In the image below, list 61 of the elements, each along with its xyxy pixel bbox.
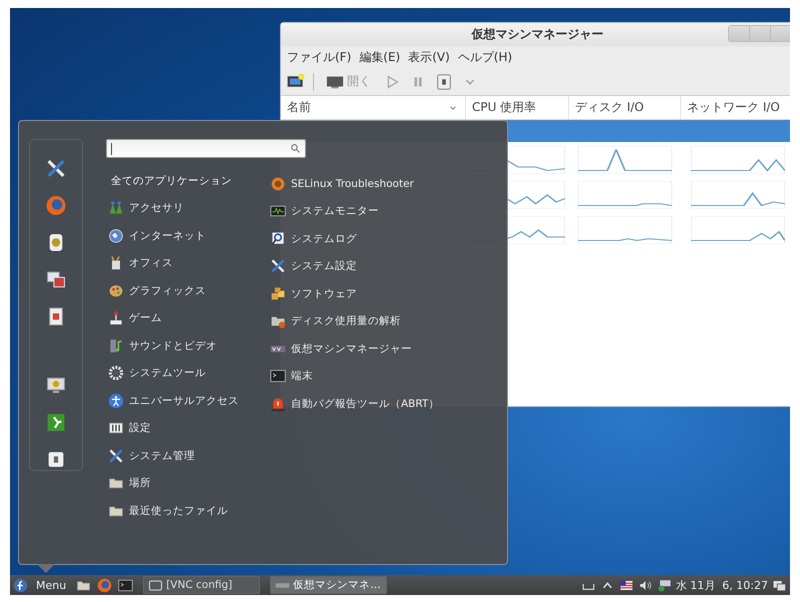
column-header[interactable]: 名前	[287, 99, 311, 116]
category-item[interactable]: 最近使ったファイル	[106, 497, 268, 524]
menu-item[interactable]: ファイル(F)	[283, 48, 356, 66]
magnifier-icon	[270, 230, 286, 247]
category-item[interactable]: サウンドとビデオ	[106, 332, 268, 360]
gear-icon	[108, 365, 124, 382]
menu-button[interactable]: Menu	[13, 578, 70, 592]
category-item[interactable]: インターネット	[106, 222, 268, 250]
monitor-icon[interactable]	[45, 374, 67, 396]
category-item[interactable]: システム管理	[106, 442, 268, 470]
application-item[interactable]: SELinux Troubleshooter	[268, 170, 442, 198]
application-item[interactable]: 仮想マシンマネージャー	[268, 335, 442, 362]
application-item[interactable]: システムモニター	[268, 198, 442, 225]
fedora-logo-icon	[13, 578, 28, 592]
wrench-screwdriver-icon[interactable]	[45, 158, 67, 180]
application-item[interactable]: システムログ	[268, 225, 442, 252]
wrench-screwdriver-icon	[108, 448, 124, 464]
alarm-light-icon	[270, 396, 286, 412]
menu-item[interactable]: ヘルプ(H)	[454, 48, 516, 66]
pictures-icon[interactable]	[45, 269, 67, 290]
category-item[interactable]: オフィス	[106, 250, 268, 277]
application-item[interactable]: 自動バグ報告ツール（ABRT）	[268, 390, 442, 418]
column-header[interactable]: ネットワーク I/O	[687, 99, 780, 116]
exit-sign-icon[interactable]	[45, 412, 67, 433]
menu-item[interactable]: 編集(E)	[355, 48, 404, 66]
clock[interactable]: 水 11月 6, 10:27	[676, 578, 768, 592]
menu-item[interactable]: 表示(V)	[404, 48, 454, 66]
application-item[interactable]: ディスク使用量の解析	[268, 308, 442, 335]
taskbar-window-button[interactable]: [VNC config]	[143, 576, 260, 594]
category-item[interactable]: グラフィックス	[106, 277, 268, 304]
film-music-icon	[108, 338, 124, 354]
window-title: 仮想マシンマネージャー	[472, 26, 604, 43]
category-item[interactable]: 場所	[106, 470, 268, 497]
category-item[interactable]: アクセサリ	[106, 194, 268, 222]
taskbar-window-button[interactable]: 仮想マシンマネ…	[270, 576, 388, 594]
globe-icon	[108, 228, 124, 244]
application-item[interactable]: 端末	[268, 362, 442, 390]
terminal-icon	[270, 368, 286, 384]
search-icon	[290, 143, 301, 154]
category-item[interactable]: ゲーム	[106, 304, 268, 332]
palette-icon	[108, 282, 124, 299]
category-item[interactable]: 全てのアプリケーション	[106, 167, 268, 194]
column-header[interactable]: CPU 使用率	[472, 99, 536, 116]
column-header[interactable]: ディスク I/O	[575, 99, 644, 116]
application-item[interactable]: システム設定	[268, 252, 442, 280]
window-icon	[148, 578, 164, 592]
browser-globe-icon[interactable]	[97, 578, 112, 592]
category-item[interactable]: システムツール	[106, 360, 268, 387]
accessories-icon	[108, 200, 124, 216]
category-item[interactable]: ユニバーサルアクセス	[106, 387, 268, 414]
category-item[interactable]: 設定	[106, 414, 268, 442]
shutdown-icon[interactable]	[435, 72, 453, 90]
packages-icon	[270, 286, 286, 302]
wrench-screwdriver-icon	[270, 258, 286, 274]
accessibility-icon	[108, 392, 124, 409]
search-field[interactable]	[106, 139, 306, 158]
terminal-icon[interactable]	[118, 578, 134, 592]
joystick-icon	[108, 310, 124, 326]
network-icon[interactable]	[656, 578, 672, 592]
browser-globe-icon[interactable]	[45, 195, 67, 216]
application-item[interactable]: ソフトウェア	[268, 280, 442, 308]
